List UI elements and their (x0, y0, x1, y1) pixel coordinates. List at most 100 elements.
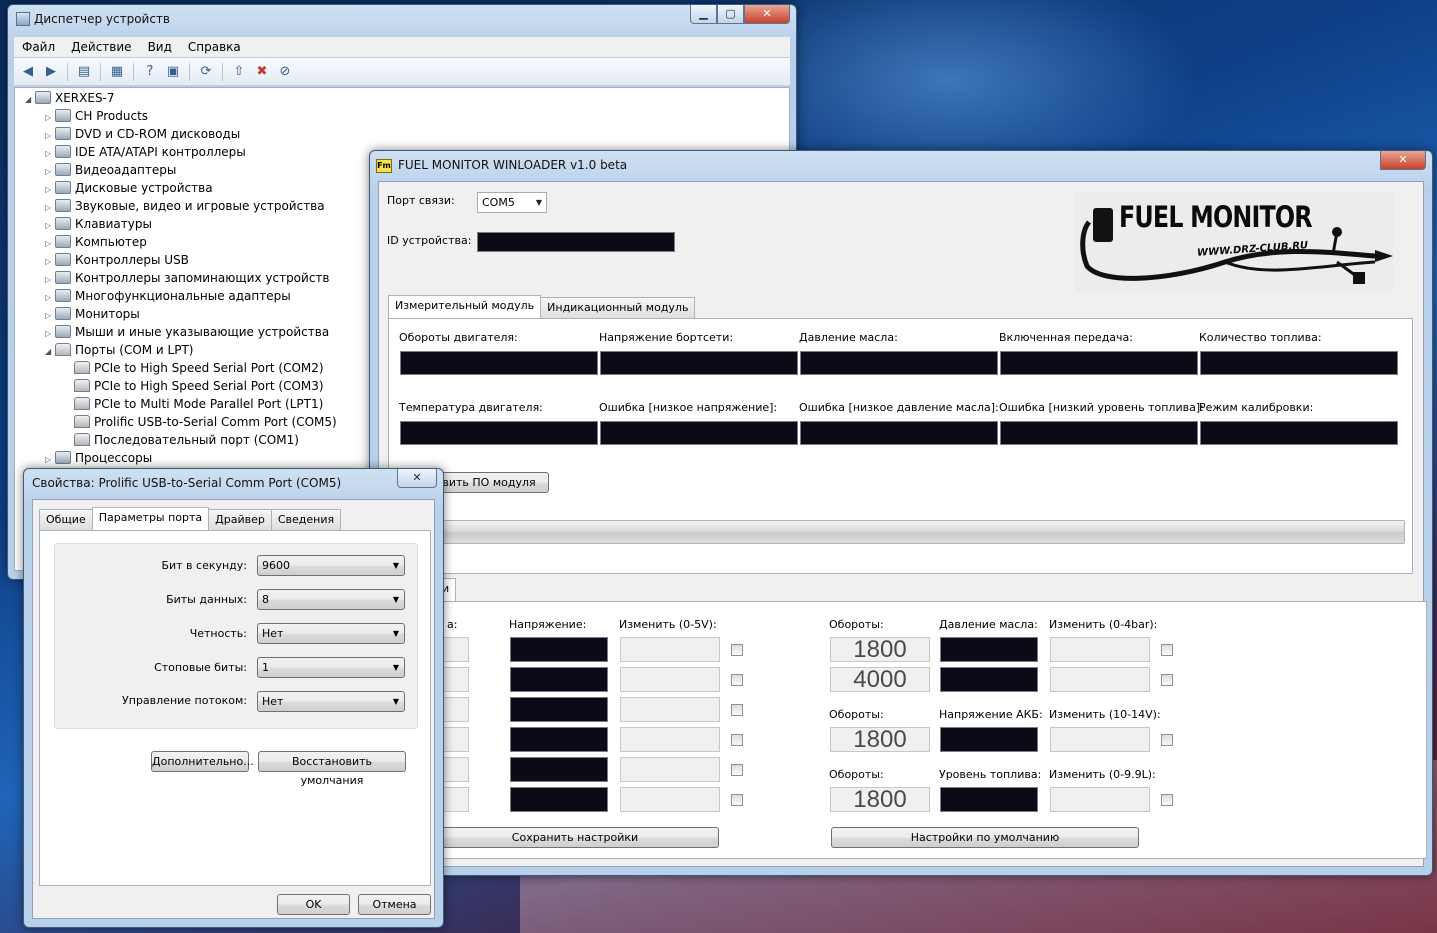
show-hidden-icon[interactable]: ▦ (107, 63, 127, 81)
tree-node[interactable]: ▷ Многофункциональные адаптеры (45, 287, 291, 305)
close-button[interactable]: ✕ (1380, 151, 1426, 170)
collapse-icon[interactable]: ◢ (45, 343, 55, 361)
port-select[interactable]: COM5 ▼ (477, 192, 547, 213)
change-battery-input[interactable] (1050, 727, 1150, 752)
menu-action[interactable]: Действие (63, 37, 139, 57)
tree-node[interactable]: PCIe to High Speed Serial Port (COM2) (74, 359, 324, 377)
tree-node[interactable]: ▷ Видеоадаптеры (45, 161, 176, 179)
tree-node[interactable]: Последовательный порт (COM1) (74, 431, 299, 449)
enable-checkbox[interactable] (731, 734, 743, 746)
rpm-input[interactable]: 1800 (830, 727, 930, 752)
change-voltage-input[interactable] (620, 787, 720, 812)
tree-node[interactable]: ▷ Дисковые устройства (45, 179, 213, 197)
cancel-button[interactable]: Отмена (358, 894, 431, 915)
tree-node[interactable]: ▷ Мыши и иные указывающие устройства (45, 323, 329, 341)
tree-node-ports[interactable]: ◢ Порты (COM и LPT) (45, 341, 193, 359)
enable-checkbox[interactable] (731, 644, 743, 656)
tree-node[interactable]: ▷ DVD и CD-ROM дисководы (45, 125, 240, 143)
tree-node[interactable]: PCIe to High Speed Serial Port (COM3) (74, 377, 324, 395)
toolbar-separator (189, 62, 190, 81)
uninstall-icon[interactable]: ✖ (252, 63, 272, 81)
change-voltage-input[interactable] (620, 637, 720, 662)
change-voltage-input[interactable] (620, 697, 720, 722)
enable-checkbox[interactable] (731, 764, 743, 776)
battery-enable-checkbox[interactable] (1161, 734, 1173, 746)
change-oil-input[interactable] (1050, 667, 1150, 692)
restore-defaults-button[interactable]: Восстановить умолчания (258, 751, 406, 787)
module-tabs: Измерительный модуль Индикационный модул… (388, 295, 696, 318)
tree-node[interactable]: ▷ IDE ATA/ATAPI контроллеры (45, 143, 246, 161)
mouse-icon (55, 325, 71, 338)
ok-button[interactable]: OK (277, 894, 350, 915)
oil-value (940, 637, 1038, 662)
view-icon[interactable]: ▣ (163, 63, 183, 81)
rpm-input[interactable]: 1800 (830, 787, 930, 812)
tree-node-computer[interactable]: ◢ XERXES-7 (25, 89, 115, 107)
menu-file[interactable]: Файл (14, 37, 63, 57)
tree-node[interactable]: ▷ Звуковые, видео и игровые устройства (45, 197, 325, 215)
tab-general[interactable]: Общие (39, 509, 93, 530)
oil-enable-checkbox[interactable] (1161, 644, 1173, 656)
flow-control-select[interactable]: Нет ▼ (257, 691, 405, 712)
enable-checkbox[interactable] (731, 794, 743, 806)
update-firmware-button[interactable]: вить ПО модуля (429, 472, 549, 493)
properties-icon[interactable]: ▤ (74, 63, 94, 81)
fuel-amount-value (1200, 351, 1398, 375)
tree-node[interactable]: ▷ Мониторы (45, 305, 140, 323)
expand-icon[interactable]: ▷ (45, 451, 55, 469)
tree-node[interactable]: ▷ Процессоры (45, 449, 152, 467)
back-icon[interactable]: ◀ (18, 63, 38, 81)
enable-checkbox[interactable] (731, 704, 743, 716)
parity-value: Нет (262, 627, 284, 640)
data-bits-value: 8 (262, 593, 269, 606)
maximize-button[interactable]: ▢ (717, 5, 744, 24)
change-fuel-input[interactable] (1050, 787, 1150, 812)
advanced-button[interactable]: Дополнительно... (151, 751, 254, 772)
tree-node[interactable]: ▷ Контроллеры USB (45, 251, 189, 269)
tab-port-settings[interactable]: Параметры порта (91, 507, 210, 530)
data-bits-select[interactable]: 8 ▼ (257, 589, 405, 610)
change-voltage-input[interactable] (620, 757, 720, 782)
keyboard-icon (55, 217, 71, 230)
tree-node[interactable]: ▷ Клавиатуры (45, 215, 152, 233)
tab-measuring-module[interactable]: Измерительный модуль (388, 295, 542, 318)
change-voltage-input[interactable] (620, 667, 720, 692)
parity-select[interactable]: Нет ▼ (257, 623, 405, 644)
forward-icon[interactable]: ▶ (41, 63, 61, 81)
menu-view[interactable]: Вид (140, 37, 180, 57)
help-icon[interactable]: ? (140, 63, 160, 81)
toolbar: ◀ ▶ ▤ ▦ ? ▣ ⟳ ⇧ ✖ ⊘ (14, 58, 790, 86)
menu-help[interactable]: Справка (180, 37, 249, 57)
chevron-down-icon: ▼ (392, 561, 399, 570)
tree-node-label: Клавиатуры (75, 217, 152, 231)
oil-enable-checkbox[interactable] (1161, 674, 1173, 686)
change-oil-input[interactable] (1050, 637, 1150, 662)
tab-driver[interactable]: Драйвер (208, 509, 272, 530)
rpm-input[interactable]: 4000 (830, 667, 930, 692)
low-voltage-error-value (600, 421, 798, 445)
collapse-icon[interactable]: ◢ (25, 91, 35, 109)
save-settings-button[interactable]: Сохранить настройки (431, 827, 719, 848)
tab-indication-module[interactable]: Индикационный модуль (540, 297, 696, 318)
close-button[interactable]: ✕ (744, 5, 790, 24)
update-driver-icon[interactable]: ⇧ (229, 63, 249, 81)
enable-checkbox[interactable] (731, 674, 743, 686)
tree-node-label: Звуковые, видео и игровые устройства (75, 199, 325, 213)
tab-details[interactable]: Сведения (270, 509, 342, 530)
scan-icon[interactable]: ⟳ (196, 63, 216, 81)
rpm-input[interactable]: 1800 (830, 637, 930, 662)
tree-node[interactable]: ▷ Компьютер (45, 233, 147, 251)
tree-node[interactable]: Prolific USB-to-Serial Comm Port (COM5) (74, 413, 337, 431)
tree-node[interactable]: PCIe to Multi Mode Parallel Port (LPT1) (74, 395, 323, 413)
baud-rate-select[interactable]: 9600 ▼ (257, 555, 405, 576)
tree-node-label: PCIe to High Speed Serial Port (COM3) (94, 379, 324, 393)
tree-node[interactable]: ▷ CH Products (45, 107, 148, 125)
minimize-button[interactable]: ▁ (690, 5, 717, 24)
change-voltage-input[interactable] (620, 727, 720, 752)
fuel-enable-checkbox[interactable] (1161, 794, 1173, 806)
tree-node[interactable]: ▷ Контроллеры запоминающих устройств (45, 269, 329, 287)
default-settings-button[interactable]: Настройки по умолчанию (831, 827, 1139, 848)
disable-icon[interactable]: ⊘ (275, 63, 295, 81)
stop-bits-select[interactable]: 1 ▼ (257, 657, 405, 678)
close-button[interactable]: ✕ (397, 469, 437, 488)
